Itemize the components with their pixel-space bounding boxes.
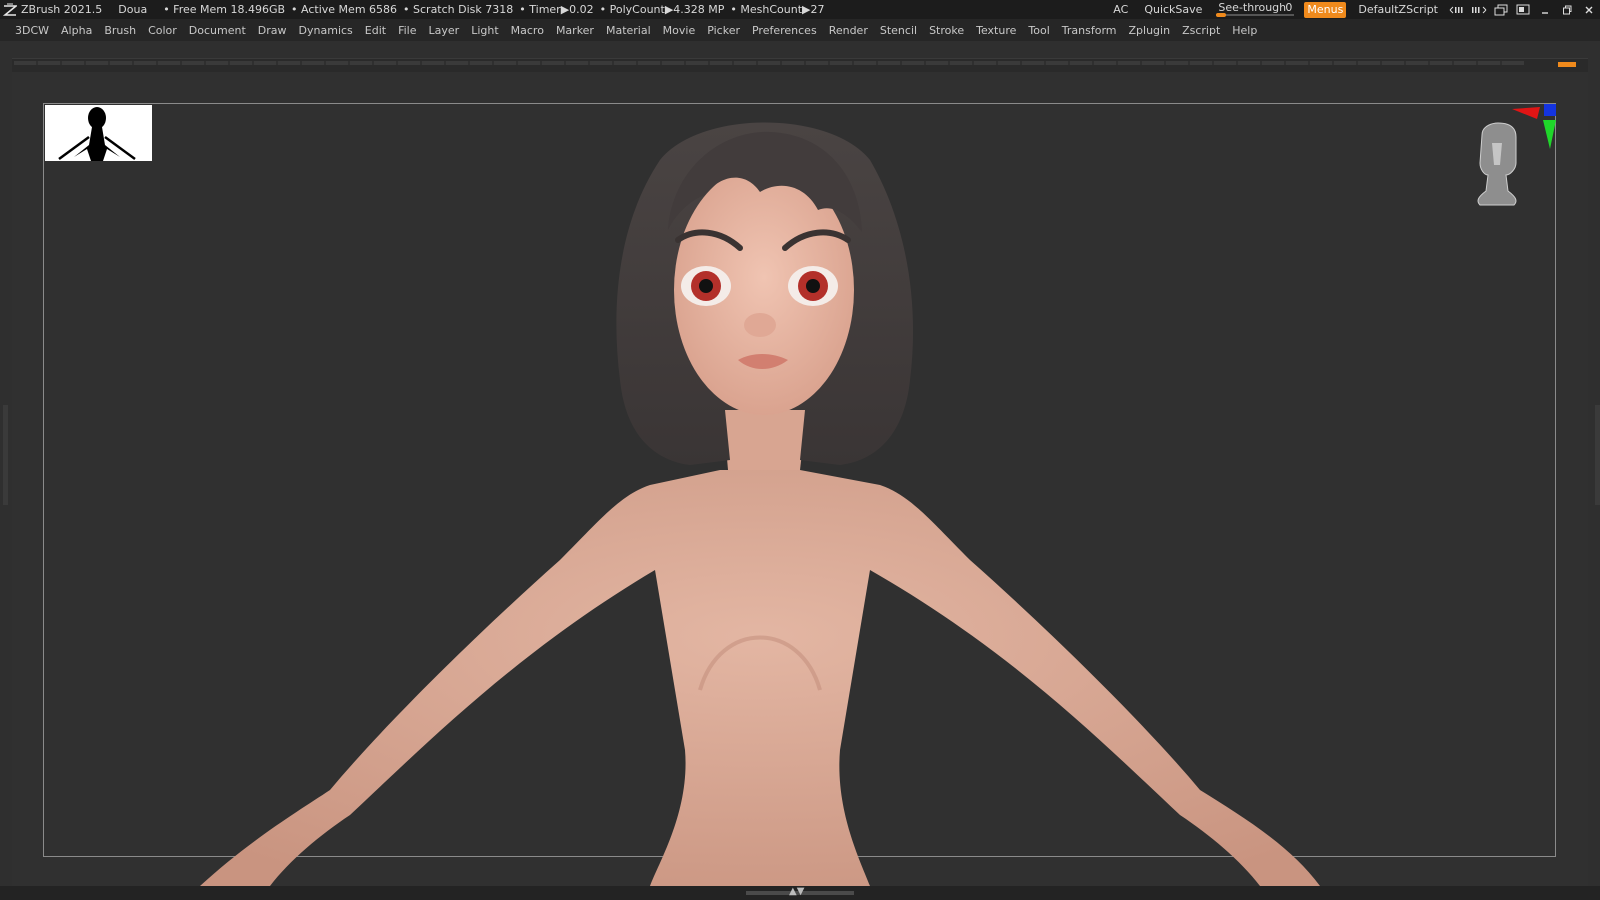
left-tray-handle[interactable] [3, 405, 8, 505]
right-tray-handle[interactable] [1595, 405, 1600, 505]
y-axis-indicator [1543, 120, 1556, 149]
title-bar: ZBrush 2021.5 Doua • Free Mem 18.496GB •… [0, 0, 1600, 19]
menu-marker[interactable]: Marker [550, 24, 600, 37]
active-mem-stat: • Active Mem 6586 [291, 3, 398, 16]
ac-button[interactable]: AC [1113, 0, 1128, 19]
interface-swap-icon[interactable] [1490, 0, 1512, 19]
see-through-track [1216, 14, 1295, 16]
default-zscript-button[interactable]: DefaultZScript [1358, 0, 1438, 19]
menu-file[interactable]: File [392, 24, 422, 37]
see-through-slider[interactable]: See-through 0 [1216, 0, 1295, 19]
tray-toggle-icon[interactable]: ▲▼ [789, 885, 804, 899]
menu-texture[interactable]: Texture [970, 24, 1022, 37]
minimize-icon[interactable] [1534, 0, 1556, 19]
menu-3dcw[interactable]: 3DCW [0, 24, 55, 37]
menu-transform[interactable]: Transform [1056, 24, 1123, 37]
navigation-thumbnail[interactable] [45, 105, 152, 161]
menu-macro[interactable]: Macro [505, 24, 550, 37]
timer-stat: • Timer▶0.02 [519, 3, 594, 16]
shelf-accent-marker[interactable] [1558, 62, 1576, 67]
menu-document[interactable]: Document [183, 24, 252, 37]
see-through-handle[interactable] [1216, 13, 1227, 17]
menu-alpha[interactable]: Alpha [55, 24, 98, 37]
shelf-divider [14, 61, 1524, 65]
menu-movie[interactable]: Movie [657, 24, 702, 37]
layout-right-icon[interactable] [1468, 0, 1490, 19]
menus-toggle-button[interactable]: Menus [1304, 1, 1347, 18]
menu-draw[interactable]: Draw [252, 24, 293, 37]
menu-preferences[interactable]: Preferences [746, 24, 823, 37]
menu-dynamics[interactable]: Dynamics [293, 24, 359, 37]
menu-tool[interactable]: Tool [1022, 24, 1055, 37]
quicksave-button[interactable]: QuickSave [1144, 0, 1202, 19]
menu-stroke[interactable]: Stroke [923, 24, 970, 37]
menu-brush[interactable]: Brush [98, 24, 142, 37]
z-axis-indicator [1544, 104, 1556, 116]
menu-layer[interactable]: Layer [423, 24, 466, 37]
main-menu-bar: 3DCW Alpha Brush Color Document Draw Dyn… [0, 19, 1600, 41]
bottom-tray: ▲▼ [0, 886, 1600, 900]
menu-light[interactable]: Light [465, 24, 504, 37]
menu-color[interactable]: Color [142, 24, 183, 37]
interface-layout-icon[interactable] [1512, 0, 1534, 19]
navigation-widget[interactable] [1470, 103, 1558, 213]
document-frame [43, 103, 1556, 857]
zbrush-logo-icon[interactable] [2, 3, 19, 17]
menu-render[interactable]: Render [823, 24, 874, 37]
menu-material[interactable]: Material [600, 24, 657, 37]
document-name: Doua [118, 3, 148, 16]
menu-zscript[interactable]: Zscript [1176, 24, 1226, 37]
scratch-disk-stat: • Scratch Disk 7318 [403, 3, 514, 16]
menu-stencil[interactable]: Stencil [874, 24, 923, 37]
restore-icon[interactable] [1556, 0, 1578, 19]
menu-picker[interactable]: Picker [701, 24, 746, 37]
menu-edit[interactable]: Edit [359, 24, 392, 37]
menu-help[interactable]: Help [1226, 24, 1263, 37]
polycount-stat: • PolyCount▶4.328 MP [599, 3, 725, 16]
close-icon[interactable] [1578, 0, 1600, 19]
free-mem-stat: • Free Mem 18.496GB [163, 3, 286, 16]
layout-left-icon[interactable] [1446, 0, 1468, 19]
meshcount-stat: • MeshCount▶27 [730, 3, 825, 16]
app-version: ZBrush 2021.5 [21, 3, 103, 16]
menu-zplugin[interactable]: Zplugin [1123, 24, 1177, 37]
x-axis-indicator [1512, 107, 1540, 119]
